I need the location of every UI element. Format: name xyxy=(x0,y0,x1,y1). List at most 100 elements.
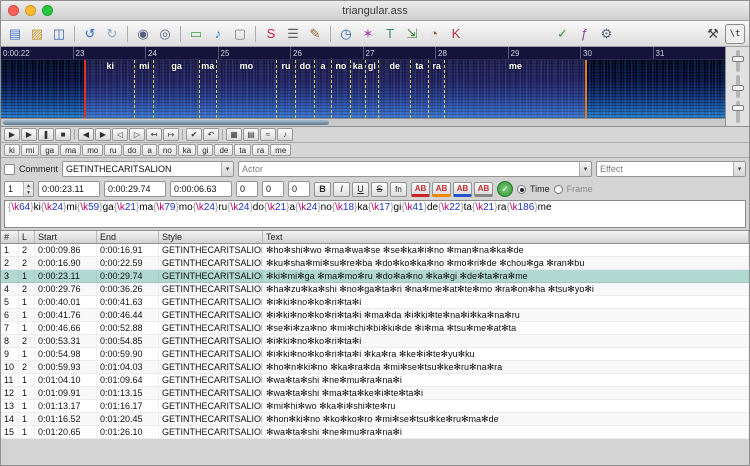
play-selection-button[interactable]: ▶ xyxy=(21,128,37,141)
primary-color-button[interactable]: AB xyxy=(411,181,430,197)
karaoke-syllable-button[interactable]: gi xyxy=(197,144,214,156)
play-last-500ms-button[interactable]: ▷ xyxy=(129,128,145,141)
save-subtitles-icon[interactable]: ◫ xyxy=(49,24,69,44)
karaoke-syllable-button[interactable]: no xyxy=(157,144,177,156)
detach-video-icon[interactable]: ▢ xyxy=(230,24,250,44)
new-subtitles-icon[interactable]: ▤ xyxy=(5,24,25,44)
subtitle-row[interactable]: 7 1 0:00:46.66 0:00:52.88 GETINTHECARITSALIO… xyxy=(1,322,749,335)
tools-icon[interactable]: ⚒ xyxy=(703,24,723,44)
open-video-icon[interactable]: ▭ xyxy=(186,24,206,44)
audio-scrollbar-thumb[interactable] xyxy=(3,120,329,125)
commit-changes-button[interactable]: ✔ xyxy=(186,128,202,141)
font-button[interactable]: fn xyxy=(390,181,407,197)
time-radio[interactable] xyxy=(517,184,526,194)
audio-spectrogram[interactable]: ki mi ga ma mo ru do a no ka gi de ta ra me xyxy=(1,60,725,118)
subtitle-row[interactable]: 2 2 0:00:16.90 0:00:22.59 GETINTHECARITSALIO… xyxy=(1,257,749,270)
revert-changes-button[interactable]: ↶ xyxy=(203,128,219,141)
karaoke-syllable-button[interactable]: ru xyxy=(104,144,122,156)
comment-checkbox[interactable] xyxy=(4,163,15,175)
shadow-color-button[interactable]: AB xyxy=(474,181,493,197)
karaoke-syllable-button[interactable]: mo xyxy=(82,144,104,156)
karaoke-syllable-region[interactable]: ta xyxy=(410,60,428,118)
styles-manager-icon[interactable]: S xyxy=(261,24,281,44)
minimize-button[interactable] xyxy=(25,5,36,16)
shift-times-icon[interactable]: ◷ xyxy=(336,24,356,44)
karaoke-syllable-button[interactable]: me xyxy=(270,144,292,156)
translation-assistant-icon[interactable]: T xyxy=(380,24,400,44)
karaoke-syllable-region[interactable]: no xyxy=(330,60,350,118)
goto-selection-start-button[interactable]: ↤ xyxy=(146,128,162,141)
resample-icon[interactable]: ⇲ xyxy=(402,24,422,44)
volume-slider[interactable] xyxy=(731,100,744,123)
subtitle-row[interactable]: 14 1 0:01:16.52 0:01:20.45 GETINTHECARITSALI… xyxy=(1,413,749,426)
subtitle-row[interactable]: 5 1 0:00:40.01 0:00:41.63 GETINTHECARITSALIO… xyxy=(1,296,749,309)
subtitle-row[interactable]: 11 1 0:01:04.10 0:01:09.64 GETINTHECARITSALI… xyxy=(1,374,749,387)
outline-color-button[interactable]: AB xyxy=(453,181,472,197)
margin-right-field[interactable]: 0 xyxy=(262,181,284,197)
goto-selection-end-button[interactable]: ↦ xyxy=(163,128,179,141)
audio-selection[interactable]: ki mi ga ma mo ru do a no ka gi de ta ra me xyxy=(84,60,588,118)
bold-button[interactable]: B xyxy=(314,181,331,197)
properties-icon[interactable]: ☰ xyxy=(283,24,303,44)
audio-scrollbar[interactable] xyxy=(1,118,725,126)
start-time-field[interactable]: 0:00:23.11 xyxy=(38,181,100,197)
karaoke-syllable-region[interactable]: ga xyxy=(153,60,198,118)
maximize-button[interactable] xyxy=(42,5,53,16)
subtitle-row[interactable]: 10 2 0:00:59.93 0:01:04.03 GETINTHECARITSALI… xyxy=(1,361,749,374)
karaoke-syllable-button[interactable]: ka xyxy=(177,144,197,156)
stepper-down-icon[interactable]: ▼ xyxy=(24,189,33,196)
horizontal-zoom-thumb[interactable] xyxy=(731,56,744,63)
style-select[interactable]: GETINTHECARITSALION ▾ xyxy=(62,161,235,177)
play-before-button[interactable]: ◀ xyxy=(78,128,94,141)
close-button[interactable] xyxy=(8,5,19,16)
karaoke-syllable-button[interactable]: de xyxy=(214,144,234,156)
karaoke-syllable-button[interactable]: ra xyxy=(252,144,270,156)
karaoke-syllable-region[interactable]: do xyxy=(295,60,314,118)
karaoke-template-icon[interactable]: \t xyxy=(725,23,745,44)
subtitle-row[interactable]: 6 1 0:00:41.76 0:00:46.44 GETINTHECARITSALIO… xyxy=(1,309,749,322)
subtitle-row[interactable]: 15 1 0:01:20.65 0:01:26.10 GETINTHECARITSALI… xyxy=(1,426,749,439)
karaoke-syllable-region[interactable]: a xyxy=(314,60,331,118)
find-replace-icon[interactable]: ◎ xyxy=(155,24,175,44)
karaoke-syllable-region[interactable]: ru xyxy=(276,60,295,118)
horizontal-zoom-slider[interactable] xyxy=(731,50,744,73)
italic-button[interactable]: I xyxy=(333,181,350,197)
secondary-color-button[interactable]: AB xyxy=(432,181,451,197)
styling-assistant-icon[interactable]: ✶ xyxy=(358,24,378,44)
vertical-zoom-slider[interactable] xyxy=(731,75,744,98)
karaoke-syllable-region[interactable]: me xyxy=(444,60,585,118)
frame-radio[interactable] xyxy=(553,184,563,194)
karaoke-syllable-region[interactable]: ki xyxy=(86,60,134,118)
spellcheck-icon[interactable]: ✓ xyxy=(553,24,573,44)
margin-left-field[interactable]: 0 xyxy=(236,181,258,197)
play-first-500ms-button[interactable]: ◁ xyxy=(112,128,128,141)
actor-select[interactable]: Actor ▾ xyxy=(238,161,592,177)
layer-stepper[interactable]: 1 ▲ ▼ xyxy=(4,181,34,197)
volume-thumb[interactable] xyxy=(731,105,744,112)
karaoke-syllable-button[interactable]: a xyxy=(142,144,157,156)
karaoke-syllable-button[interactable]: ta xyxy=(234,144,252,156)
spectrum-mode-button[interactable]: ▦ xyxy=(226,128,242,141)
karaoke-syllable-button[interactable]: mi xyxy=(20,144,40,156)
stepper-up-icon[interactable]: ▲ xyxy=(24,182,33,189)
open-audio-icon[interactable]: ♪ xyxy=(208,24,228,44)
karaoke-syllable-region[interactable]: ma xyxy=(198,60,216,118)
karaoke-mode-button[interactable]: ♪ xyxy=(277,128,293,141)
subtitle-row[interactable]: 13 1 0:01:13.17 0:01:16.17 GETINTHECARITSALI… xyxy=(1,400,749,413)
kanji-timer-icon[interactable]: K xyxy=(446,24,466,44)
find-icon[interactable]: ◉ xyxy=(133,24,153,44)
duration-field[interactable]: 0:00:06.63 xyxy=(170,181,232,197)
pause-button[interactable]: ❚ xyxy=(38,128,54,141)
karaoke-syllable-region[interactable]: de xyxy=(378,60,410,118)
vertical-link-button[interactable]: ≈ xyxy=(260,128,276,141)
karaoke-syllable-region[interactable]: gi xyxy=(364,60,379,118)
margin-vertical-field[interactable]: 0 xyxy=(288,181,310,197)
karaoke-syllable-region[interactable]: mo xyxy=(215,60,276,118)
stop-button[interactable]: ■ xyxy=(55,128,71,141)
subtitle-row[interactable]: 9 1 0:00:54.98 0:00:59.90 GETINTHECARITSALIO… xyxy=(1,348,749,361)
commit-button[interactable]: ✓ xyxy=(497,181,513,197)
options-icon[interactable]: ⚙ xyxy=(597,24,617,44)
subtitle-row[interactable]: 4 2 0:00:29.76 0:00:36.26 GETINTHECARITSALIO… xyxy=(1,283,749,296)
subtitle-row[interactable]: 1 2 0:00:09.86 0:00:16.91 GETINTHECARITSALIO… xyxy=(1,244,749,257)
effect-field[interactable]: Effect ▾ xyxy=(596,161,746,177)
